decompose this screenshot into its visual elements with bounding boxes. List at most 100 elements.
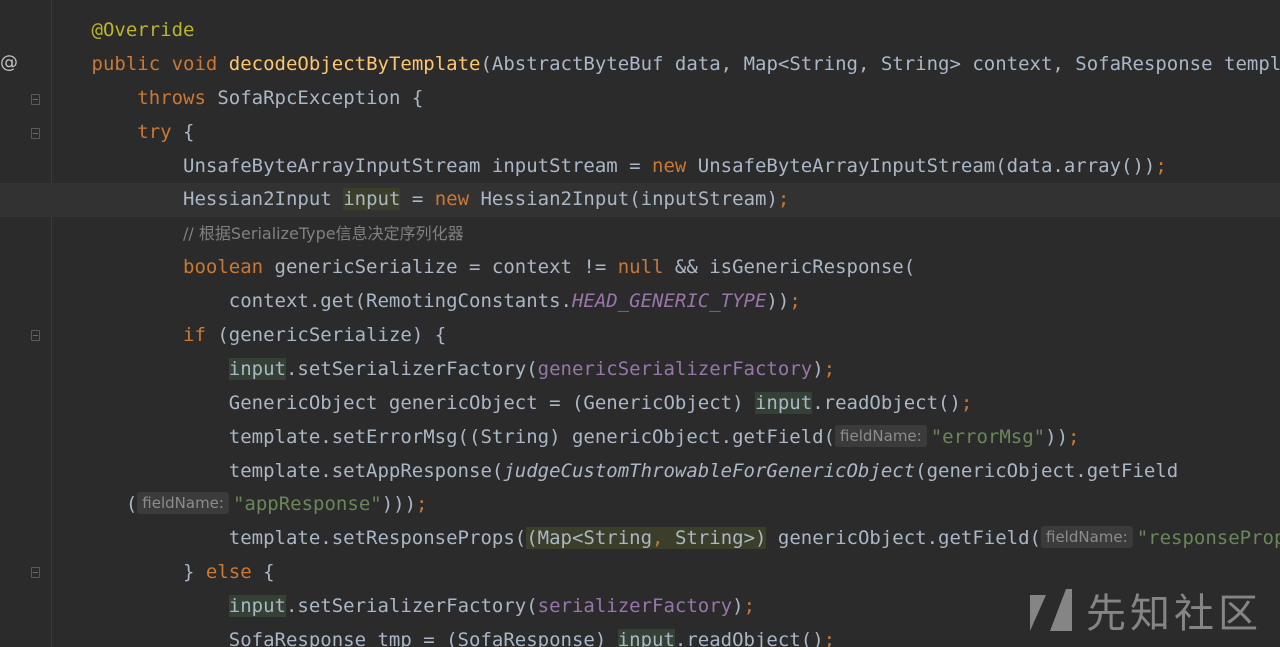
code-token: decodeObjectByTemplate [228,52,481,75]
code-token: .readObject() [674,629,824,647]
code-token: input [228,595,286,618]
code-token: UnsafeByteArrayInputStream inputStream = [183,154,653,177]
code-line[interactable]: template.setResponseProps((Map<String, S… [0,522,1280,556]
code-token: ; [416,493,428,516]
code-token: judgeCustomThrowableForGenericObject [503,459,916,482]
code-line[interactable]: GenericObject genericObject = (GenericOb… [0,387,1280,421]
code-token: (genericSerialize) { [217,324,447,347]
watermark: 先知社区 [1026,581,1262,639]
parameter-hint: fieldName: [1041,526,1133,549]
code-area[interactable]: @Override public void decodeObjectByTemp… [0,14,1280,647]
code-token: genericSerialize = context != [274,256,618,279]
code-token: template.setResponseProps( [228,527,527,550]
code-token: input [617,629,675,647]
code-token: if [183,324,218,347]
code-token: template.setErrorMsg((String) genericObj… [228,425,836,448]
code-token: GenericObject genericObject = (GenericOb… [228,391,755,414]
code-line[interactable]: template.setAppResponse(judgeCustomThrow… [0,455,1280,489]
code-token: try [137,120,184,143]
code-token: ) [812,357,824,380]
code-token: public void [91,52,229,75]
code-token: null [617,256,675,279]
code-token: input [754,391,813,414]
code-token: "errorMsg" [930,425,1046,448]
code-token: )) [766,290,790,313]
code-token: @Override [91,19,195,41]
code-token: genericSerializerFactory [537,357,813,380]
code-token: ( [125,493,138,516]
code-line[interactable]: context.get(RemotingConstants.HEAD_GENER… [0,285,1280,319]
code-line[interactable]: try { [0,116,1280,150]
code-token: // 根据SerializeType信息决定序列化器 [183,224,464,244]
code-token: template.setAppResponse( [228,459,504,482]
code-token: { [183,120,195,143]
code-line[interactable]: if (genericSerialize) { [0,319,1280,353]
xianzhi-logo-icon [1030,589,1072,631]
code-token: HEAD_GENERIC_TYPE [571,290,767,313]
code-token: (AbstractByteBuf data, Map<String, Strin… [480,52,1280,75]
code-token: context.get(RemotingConstants. [228,290,572,313]
code-token: String>) [663,527,767,550]
code-token: SofaRpcException { [217,86,424,109]
code-token: ; [1068,425,1080,448]
parameter-hint: fieldName: [835,424,927,447]
code-token: Hessian2Input [183,188,344,211]
code-token: UnsafeByteArrayInputStream(data.array()) [697,154,1156,177]
code-line[interactable]: @Override [0,14,1280,48]
code-token: ; [823,629,836,647]
code-token: input [343,188,401,211]
code-line[interactable]: input.setSerializerFactory(genericSerial… [0,353,1280,387]
code-token: (Map<String [526,527,653,550]
code-line[interactable]: public void decodeObjectByTemplate(Abstr… [0,48,1280,82]
code-token: )) [1045,425,1069,448]
code-token: ; [1155,154,1167,177]
code-editor[interactable]: @ @Override public void decodeObjectByTe… [0,0,1280,647]
code-token: "appResponse" [232,493,382,516]
code-token: Hessian2Input(inputStream) [480,188,778,211]
code-token: && isGenericResponse( [674,256,916,279]
code-line[interactable]: throws SofaRpcException { [0,82,1280,116]
code-token: SofaResponse tmp = (SofaResponse) [228,629,618,647]
code-token: ; [960,391,973,414]
code-token: ; [823,357,836,380]
code-line[interactable]: UnsafeByteArrayInputStream inputStream =… [0,150,1280,184]
code-token: { [263,561,275,584]
code-line[interactable]: (fieldName: "appResponse"))); [0,488,1280,522]
code-token: throws [137,86,218,109]
code-token: , [652,527,664,550]
code-token: ; [789,290,801,313]
code-line[interactable]: // 根据SerializeType信息决定序列化器 [0,217,1280,251]
code-token: (genericObject.getField [915,459,1179,482]
code-token: boolean [183,256,275,279]
code-token: ; [743,595,756,618]
code-token: .readObject() [812,391,961,414]
parameter-hint: fieldName: [137,492,229,515]
code-token: new [652,154,698,177]
code-token: else [205,561,264,584]
code-line[interactable]: boolean genericSerialize = context != nu… [0,251,1280,285]
code-token: new [434,188,481,211]
code-token: input [228,357,286,380]
code-line[interactable]: template.setErrorMsg((String) genericObj… [0,421,1280,455]
code-token: genericObject.getField( [766,527,1041,550]
code-line[interactable]: Hessian2Input input = new Hessian2Input(… [0,183,1280,218]
